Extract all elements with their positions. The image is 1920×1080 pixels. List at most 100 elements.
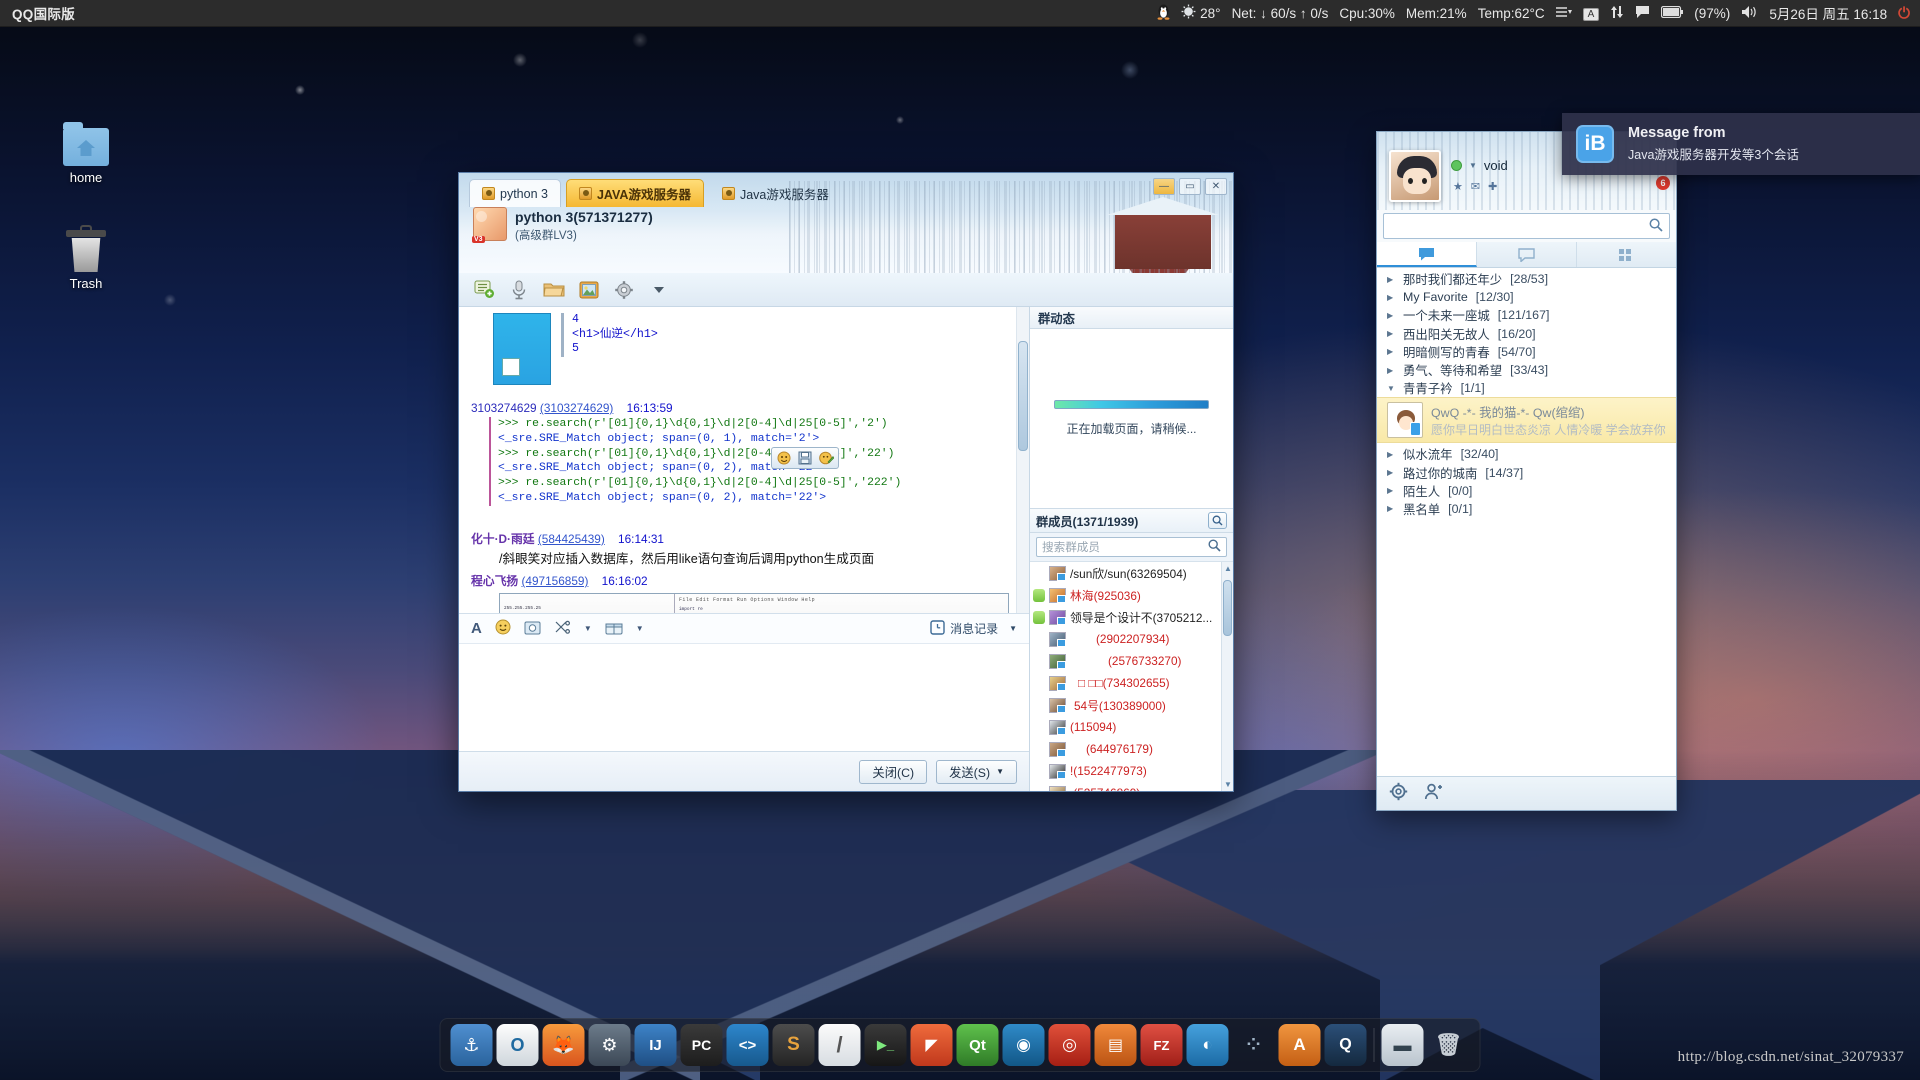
message-image-attachment[interactable] bbox=[493, 313, 551, 385]
scroll-up-arrow-icon[interactable]: ▲ bbox=[1224, 564, 1232, 573]
chevron-right-icon[interactable]: ▶ bbox=[1387, 275, 1395, 284]
chevron-right-icon[interactable]: ▶ bbox=[1387, 329, 1395, 338]
user-avatar[interactable] bbox=[1389, 150, 1441, 202]
message-input-box[interactable] bbox=[459, 643, 1029, 751]
weather-indicator[interactable]: 28° bbox=[1181, 4, 1221, 22]
member-row[interactable]: □ □□(734302655) bbox=[1030, 672, 1233, 694]
dock-item-filezilla-app[interactable]: FZ bbox=[1140, 1024, 1183, 1066]
close-chat-button[interactable]: 关闭(C) bbox=[859, 759, 928, 784]
members-scrollbar[interactable]: ▲ ▼ bbox=[1221, 562, 1233, 791]
tab-contacts[interactable] bbox=[1377, 242, 1477, 267]
maximize-button[interactable]: ▭ bbox=[1179, 178, 1201, 195]
add-icon[interactable]: ✚ bbox=[1488, 180, 1497, 193]
close-button[interactable]: ✕ bbox=[1205, 178, 1227, 195]
emoji-icon[interactable] bbox=[495, 619, 511, 638]
star-icon[interactable]: ★ bbox=[1453, 180, 1463, 193]
dock-item-vscode-app[interactable]: <> bbox=[726, 1024, 769, 1066]
message-area[interactable]: 4 <h1>仙逆</h1> 5 3103274629 (3103274629) … bbox=[459, 307, 1029, 613]
member-row[interactable]: 林海(925036) bbox=[1030, 584, 1233, 606]
chevron-right-icon[interactable]: ▶ bbox=[1387, 486, 1395, 495]
qq-chat-window[interactable]: python 3 JAVA游戏服务器 Java游戏服务器 — ▭ ✕ pytho… bbox=[458, 172, 1234, 792]
dock-item-fcitx-app[interactable]: A bbox=[1278, 1024, 1321, 1066]
folder-icon[interactable] bbox=[543, 279, 565, 300]
chevron2-icon[interactable]: ▼ bbox=[636, 624, 644, 633]
tab-recent[interactable] bbox=[1577, 242, 1676, 267]
chevron-right-icon[interactable]: ▶ bbox=[1387, 504, 1395, 513]
contact-group-row-expanded[interactable]: ▼ 青青子衿 [1/1] bbox=[1377, 379, 1676, 397]
gift-icon[interactable] bbox=[605, 620, 623, 638]
battery-icon[interactable] bbox=[1661, 5, 1684, 21]
dock-item-pycharm-app[interactable]: PC bbox=[680, 1024, 723, 1066]
scrollbar-thumb[interactable] bbox=[1223, 580, 1232, 636]
member-row[interactable]: 领导是个设计不(3705212... bbox=[1030, 606, 1233, 628]
desktop-icon-home[interactable]: home bbox=[36, 122, 136, 185]
datetime-indicator[interactable]: 5月26日 周五 16:18 bbox=[1769, 3, 1887, 23]
chevron-down-icon[interactable] bbox=[648, 279, 670, 300]
image-icon[interactable] bbox=[578, 279, 600, 300]
contact-group-row[interactable]: ▶ 一个未来一座城 [121/167] bbox=[1377, 306, 1676, 324]
member-row[interactable]: (2902207934) bbox=[1030, 628, 1233, 650]
chevron-right-icon[interactable]: ▶ bbox=[1387, 468, 1395, 477]
send-message-button[interactable]: 发送(S) ▼ bbox=[936, 759, 1017, 784]
chat-tab-python3[interactable]: python 3 bbox=[469, 179, 561, 207]
group-avatar[interactable] bbox=[472, 207, 507, 243]
dock-item-sublime-app[interactable]: S bbox=[772, 1024, 815, 1066]
chat-tab-java-game-server-2[interactable]: Java游戏服务器 bbox=[709, 179, 842, 207]
edit-icon[interactable] bbox=[817, 450, 835, 466]
member-search-toggle-icon[interactable] bbox=[1208, 512, 1227, 529]
dock-item-intellij-app[interactable]: IJ bbox=[634, 1024, 677, 1066]
member-row[interactable]: /sun欣/sun(63269504) bbox=[1030, 562, 1233, 584]
save-icon[interactable] bbox=[796, 450, 814, 466]
hamburger-icon[interactable] bbox=[1555, 6, 1572, 21]
member-row[interactable]: .(525746869) bbox=[1030, 782, 1233, 791]
user-nickname[interactable]: void bbox=[1484, 158, 1508, 173]
cpu-indicator[interactable]: Cpu:30% bbox=[1339, 6, 1395, 21]
chevron-icon[interactable]: ▼ bbox=[584, 624, 592, 633]
message-uid[interactable]: (3103274629) bbox=[540, 401, 613, 415]
message-list-icon[interactable] bbox=[473, 279, 495, 300]
dock-item-anchor-app[interactable]: ⚓ bbox=[450, 1024, 493, 1066]
add-contact-icon[interactable] bbox=[1424, 782, 1443, 805]
dock-item-globe-app[interactable]: ◉ bbox=[1002, 1024, 1045, 1066]
dock-item-music-app[interactable]: ◎ bbox=[1048, 1024, 1091, 1066]
member-search-input[interactable]: 搜索群成员 bbox=[1036, 537, 1227, 557]
settings-gear-icon[interactable] bbox=[1389, 782, 1408, 805]
qq-main-panel[interactable]: ▼ void ★ ✉ ✚ 6 ▶ 那时我们都还年少 [28/53] ▶ My F… bbox=[1376, 131, 1677, 811]
member-row[interactable]: (115094) bbox=[1030, 716, 1233, 738]
dock-item-settings-app[interactable]: ⚙ bbox=[588, 1024, 631, 1066]
contact-item-selected[interactable]: QwQ -*- 我的猫-*- Qw(绾绾) 愿你早日明白世态炎凉 人情冷暖 学会… bbox=[1377, 397, 1676, 444]
speaker-icon[interactable] bbox=[1741, 5, 1758, 22]
qq-search-bar[interactable] bbox=[1383, 213, 1670, 239]
message-uid[interactable]: (584425439) bbox=[538, 532, 605, 546]
chat-tab-java-game-server[interactable]: JAVA游戏服务器 bbox=[565, 179, 704, 207]
dock-item-display-app[interactable]: ▬ bbox=[1381, 1024, 1424, 1066]
temp-indicator[interactable]: Temp:62°C bbox=[1478, 6, 1545, 21]
online-status-icon[interactable] bbox=[1451, 160, 1462, 171]
contact-group-row[interactable]: ▶ 黑名单 [0/1] bbox=[1377, 500, 1676, 518]
message-uid[interactable]: (497156859) bbox=[521, 574, 588, 588]
dock-item-postman-app[interactable]: ◤ bbox=[910, 1024, 953, 1066]
chevron-right-icon[interactable]: ▶ bbox=[1387, 366, 1395, 375]
contact-group-row[interactable]: ▶ 西出阳关无故人 [16/20] bbox=[1377, 325, 1676, 343]
network-indicator[interactable]: Net: ↓ 60/s ↑ 0/s bbox=[1232, 6, 1329, 21]
contact-group-row[interactable]: ▶ 那时我们都还年少 [28/53] bbox=[1377, 270, 1676, 288]
desktop-notification[interactable]: iB Message from Java游戏服务器开发等3个会话 bbox=[1562, 113, 1920, 175]
contact-group-row[interactable]: ▶ 陌生人 [0/0] bbox=[1377, 482, 1676, 500]
chevron-down-icon[interactable]: ▼ bbox=[1469, 161, 1477, 170]
contact-group-row[interactable]: ▶ 勇气、等待和希望 [33/43] bbox=[1377, 361, 1676, 379]
contact-group-row[interactable]: ▶ 路过你的城南 [14/37] bbox=[1377, 464, 1676, 482]
message-screenshot-attachment[interactable]: 255.255.255.25 >>> File Edit Format Run … bbox=[499, 592, 1009, 613]
contact-group-row[interactable]: ▶ 明暗侧写的青春 [54/70] bbox=[1377, 343, 1676, 361]
penguin-icon[interactable] bbox=[1157, 4, 1170, 23]
chevron-right-icon[interactable]: ▶ bbox=[1387, 311, 1395, 320]
contact-group-row[interactable]: ▶ My Favorite [12/30] bbox=[1377, 288, 1676, 306]
app-title-area[interactable]: QQ国际版 bbox=[0, 3, 75, 23]
tab-groups[interactable] bbox=[1477, 242, 1577, 267]
mem-indicator[interactable]: Mem:21% bbox=[1406, 6, 1467, 21]
unread-badge[interactable]: 6 bbox=[1656, 176, 1670, 190]
keyboard-layout-icon[interactable]: A bbox=[1582, 5, 1600, 21]
dock-item-editor-app[interactable]: / bbox=[818, 1024, 861, 1066]
gear-icon[interactable] bbox=[613, 279, 635, 300]
chevron-right-icon[interactable]: ▶ bbox=[1387, 450, 1395, 459]
dock-item-qq-app[interactable]: Q bbox=[1324, 1024, 1367, 1066]
